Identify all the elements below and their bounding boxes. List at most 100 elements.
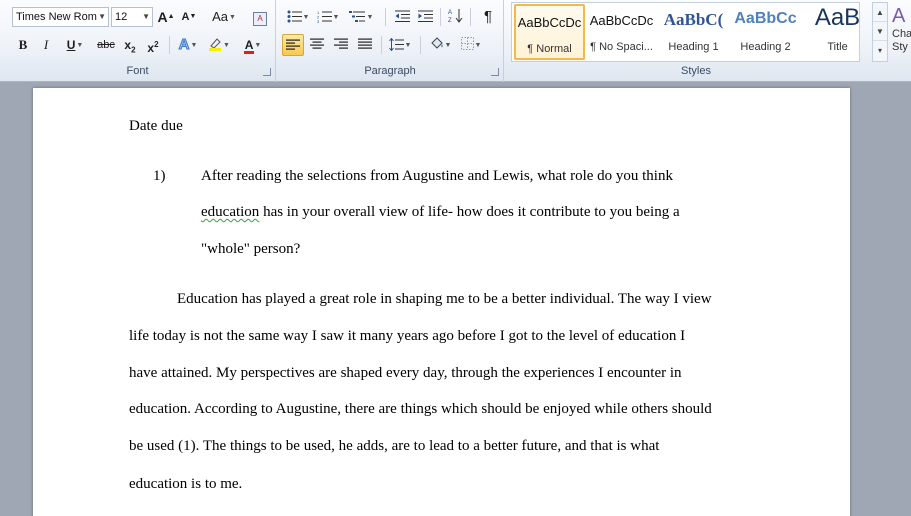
style-title[interactable]: AaB Title <box>802 4 873 60</box>
decrease-indent-button[interactable] <box>392 6 412 28</box>
styles-gallery-scroll[interactable]: ▲ ▼ ▾ <box>872 2 888 62</box>
paint-bucket-icon <box>429 36 444 58</box>
style-title-name: Title <box>827 41 848 53</box>
document-page[interactable]: Date due 1) After reading the selections… <box>33 88 850 516</box>
align-center-icon <box>310 35 324 57</box>
increase-indent-button[interactable] <box>415 6 435 28</box>
change-styles-line2: Sty <box>892 41 908 53</box>
question-line-2-text: has in your overall view of life- how do… <box>263 204 680 220</box>
styles-group-label: Styles <box>681 65 711 77</box>
align-left-icon <box>286 36 300 58</box>
font-color-icon: A <box>243 34 255 56</box>
paragraph-group-label: Paragraph <box>364 65 416 77</box>
paragraph-line-4: education. According to Augustine, there… <box>129 401 712 417</box>
multilevel-list-icon <box>348 8 366 30</box>
style-heading-2-preview: AaBbCc <box>734 10 797 27</box>
style-no-spacing-preview: AaBbCcDc <box>589 13 654 28</box>
svg-text:Z: Z <box>448 18 452 23</box>
highlight-button[interactable]: ▼ <box>206 34 232 56</box>
numbered-list-icon: 123 <box>317 8 332 30</box>
align-center-button[interactable] <box>306 34 328 56</box>
font-group: Times New Rom ▼ 12 ▼ A▲ A▼ Aa▼ A B I U▼ … <box>0 0 276 82</box>
grow-font-label: A <box>157 9 168 25</box>
bold-button[interactable]: B <box>14 34 32 56</box>
grow-font-button[interactable]: A▲ <box>157 6 175 28</box>
svg-text:A: A <box>448 10 452 16</box>
clear-formatting-icon: A <box>253 12 267 26</box>
svg-text:3: 3 <box>317 19 320 23</box>
text-effects-icon: A <box>178 36 190 54</box>
style-heading-2[interactable]: AaBbCc Heading 2 <box>730 4 801 60</box>
style-heading-1-name: Heading 1 <box>668 41 719 53</box>
strikethrough-button[interactable]: abc <box>94 34 118 56</box>
font-size-combo[interactable]: 12 ▼ <box>111 7 153 27</box>
more-styles-icon[interactable]: ▾ <box>873 41 887 60</box>
font-color-letter: A <box>244 38 254 52</box>
change-case-label: Aa <box>212 9 228 24</box>
chevron-down-icon: ▼ <box>98 12 106 21</box>
paragraph-line-5: be used (1). The things to be used, he a… <box>129 438 660 454</box>
align-right-icon <box>334 35 348 57</box>
chevron-down-icon: ▼ <box>142 12 150 21</box>
paragraph-line-3: have attained. My perspectives are shape… <box>129 365 682 381</box>
paragraph-dialog-launcher-icon[interactable]: . <box>491 68 499 76</box>
clear-formatting-button[interactable]: A <box>251 6 269 28</box>
bullet-list-icon <box>287 8 302 30</box>
underline-label: U <box>66 38 76 52</box>
style-heading-1[interactable]: AaBbC( Heading 1 <box>658 4 729 60</box>
font-color-button[interactable]: A ▼ <box>240 34 266 56</box>
sort-button[interactable]: AZ <box>445 6 465 28</box>
change-case-button[interactable]: Aa▼ <box>209 6 239 28</box>
underline-button[interactable]: U▼ <box>60 34 90 56</box>
italic-button[interactable]: I <box>37 34 55 56</box>
flagged-word[interactable]: education <box>201 204 259 220</box>
ribbon: Times New Rom ▼ 12 ▼ A▲ A▼ Aa▼ A B I U▼ … <box>0 0 911 82</box>
decrease-indent-icon <box>394 8 410 30</box>
bullets-button[interactable]: ▼ <box>284 6 312 28</box>
styles-gallery: AaBbCcDc ¶ Normal AaBbCcDc ¶ No Spaci...… <box>511 2 860 62</box>
numbering-button[interactable]: 123 ▼ <box>314 6 342 28</box>
chevron-down-icon[interactable]: ▼ <box>873 22 887 41</box>
shrink-font-label: A <box>181 11 190 23</box>
style-normal-preview: AaBbCcDc <box>517 15 582 30</box>
heading-date-due: Date due <box>129 118 183 134</box>
highlighter-icon <box>208 36 222 51</box>
multilevel-list-button[interactable]: ▼ <box>345 6 377 28</box>
paragraph-line-2: life today is not the same way I saw it … <box>129 328 686 344</box>
paragraph-group: ▼ 123 ▼ ▼ AZ ¶ ▼ ▼ ▼ Paragraph <box>277 0 504 82</box>
style-no-spacing[interactable]: AaBbCcDc ¶ No Spaci... <box>586 4 657 60</box>
subscript-button[interactable]: x2 <box>121 34 139 56</box>
paragraph-line-6: education is to me. <box>129 476 243 492</box>
font-name-combo[interactable]: Times New Rom ▼ <box>12 7 109 27</box>
change-styles-line1: Cha <box>892 28 911 40</box>
paragraph-line-1: Education has played a great role in sha… <box>177 291 712 307</box>
question-line-2: education has in your overall view of li… <box>201 204 680 221</box>
shrink-font-button[interactable]: A▼ <box>180 6 198 28</box>
font-size-value: 12 <box>115 11 128 23</box>
question-number: 1) <box>153 168 166 184</box>
question-line-3: "whole" person? <box>201 241 301 257</box>
style-normal-name: ¶ Normal <box>527 43 572 55</box>
font-dialog-launcher-icon[interactable]: . <box>263 68 271 76</box>
shading-button[interactable]: ▼ <box>426 34 454 56</box>
justify-icon <box>358 35 372 57</box>
align-left-button[interactable] <box>282 34 304 56</box>
style-no-spacing-name: ¶ No Spaci... <box>590 41 653 53</box>
show-formatting-marks-button[interactable]: ¶ <box>478 6 498 28</box>
line-spacing-button[interactable]: ▼ <box>386 34 414 56</box>
justify-button[interactable] <box>354 34 376 56</box>
style-normal[interactable]: AaBbCcDc ¶ Normal <box>514 4 585 60</box>
subscript-mark: 2 <box>131 45 136 55</box>
sort-icon: AZ <box>448 8 463 30</box>
chevron-up-icon[interactable]: ▲ <box>873 3 887 22</box>
change-styles-button[interactable]: A Cha Sty <box>892 4 911 64</box>
superscript-button[interactable]: x2 <box>144 34 162 56</box>
superscript-mark: 2 <box>154 40 159 49</box>
change-styles-icon: A <box>892 5 906 27</box>
style-title-preview: AaB <box>814 4 861 31</box>
font-name-value: Times New Rom <box>16 11 97 23</box>
text-effects-button[interactable]: A▼ <box>175 34 201 56</box>
align-right-button[interactable] <box>330 34 352 56</box>
borders-button[interactable]: ▼ <box>457 34 485 56</box>
line-spacing-icon <box>388 36 404 58</box>
